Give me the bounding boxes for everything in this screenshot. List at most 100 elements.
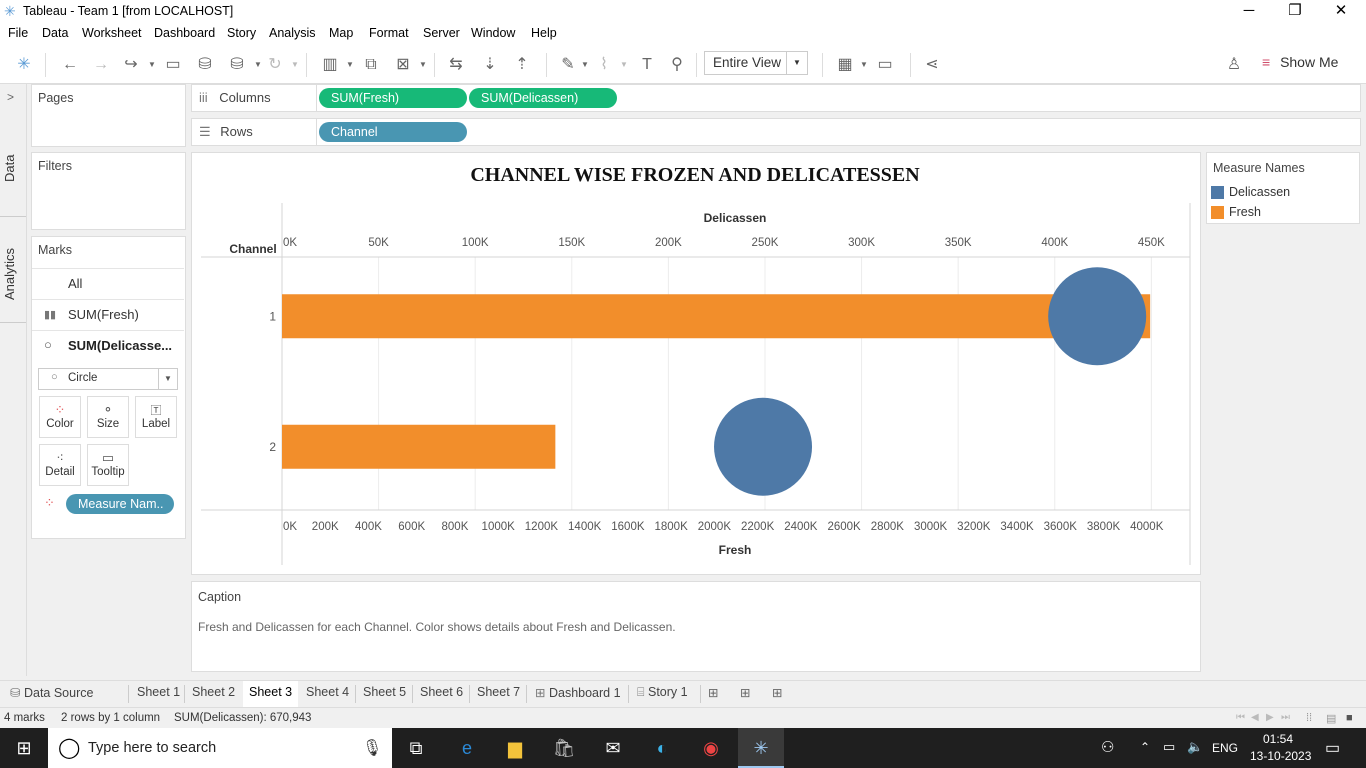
- windows-start-icon[interactable]: ⊞: [12, 736, 36, 760]
- label-button[interactable]: 🅃 Label: [135, 396, 177, 438]
- new-worksheet-icon[interactable]: ▥: [320, 55, 340, 75]
- redo-icon[interactable]: →: [91, 55, 111, 75]
- menu-file[interactable]: File: [8, 26, 28, 40]
- tab-sheet-4[interactable]: Sheet 4: [306, 685, 349, 699]
- duplicate-sheet-icon[interactable]: ⧉: [361, 55, 381, 75]
- menu-format[interactable]: Format: [369, 26, 409, 40]
- menu-server[interactable]: Server: [423, 26, 460, 40]
- show-mark-labels-icon[interactable]: T: [637, 55, 657, 75]
- show-cards-icon[interactable]: ▦: [835, 55, 855, 75]
- rows-shelf[interactable]: ☰ Rows Channel: [191, 118, 1361, 146]
- chart-svg[interactable]: CHANNEL WISE FROZEN AND DELICATESSEN Cha…: [192, 153, 1200, 574]
- taskbar-search[interactable]: ◯ Type here to search 🎙: [48, 728, 392, 768]
- people-icon[interactable]: ⚇: [1101, 738, 1114, 756]
- fix-axes-icon[interactable]: ⚲: [667, 55, 687, 75]
- filmstrip-view-icon[interactable]: ▤: [1326, 712, 1336, 725]
- rows-pill-channel[interactable]: Channel: [319, 122, 467, 142]
- clock-date[interactable]: 13-10-2023: [1250, 749, 1311, 763]
- viz-area[interactable]: CHANNEL WISE FROZEN AND DELICATESSEN Cha…: [191, 152, 1201, 575]
- minimize-button[interactable]: ─: [1226, 0, 1272, 23]
- tab-sheet-5[interactable]: Sheet 5: [363, 685, 406, 699]
- pages-card[interactable]: Pages: [31, 84, 186, 147]
- menu-map[interactable]: Map: [329, 26, 353, 40]
- edge-legacy-icon[interactable]: e: [455, 736, 479, 760]
- format-painter-icon[interactable]: ♙: [1224, 55, 1244, 75]
- columns-shelf[interactable]: iii Columns SUM(Fresh) SUM(Delicassen): [191, 84, 1361, 112]
- share-icon[interactable]: ⋖: [922, 55, 942, 75]
- tab-sheet-1[interactable]: Sheet 1: [137, 685, 180, 699]
- detail-button[interactable]: ⁖ Detail: [39, 444, 81, 486]
- menu-data[interactable]: Data: [42, 26, 68, 40]
- restore-button[interactable]: ❐: [1272, 0, 1318, 23]
- fit-view-select[interactable]: Entire View ▼: [704, 51, 808, 75]
- chrome-icon[interactable]: ◉: [699, 736, 723, 760]
- sort-descending-icon[interactable]: ⇡: [512, 55, 532, 75]
- legend-card[interactable]: Measure Names Delicassen Fresh: [1206, 152, 1360, 224]
- refresh-icon[interactable]: ↻: [265, 55, 285, 75]
- legend-item-fresh[interactable]: Fresh: [1229, 205, 1261, 219]
- last-sheet-icon[interactable]: ⏭: [1281, 712, 1290, 723]
- presentation-mode-icon[interactable]: ▭: [875, 55, 895, 75]
- group-members-icon[interactable]: ⌇: [594, 55, 614, 75]
- microphone-icon[interactable]: 🎙: [362, 738, 382, 758]
- tab-story-1[interactable]: ⌸ Story 1: [637, 685, 688, 700]
- sort-ascending-icon[interactable]: ⇣: [480, 55, 500, 75]
- show-me-button[interactable]: ≡ Show Me: [1262, 54, 1338, 70]
- file-explorer-icon[interactable]: ▆: [503, 736, 527, 760]
- filters-card[interactable]: Filters: [31, 152, 186, 230]
- tab-dashboard-1[interactable]: ⊞ Dashboard 1: [535, 685, 621, 700]
- volume-icon[interactable]: 🔈: [1187, 739, 1203, 755]
- new-story-tab-icon[interactable]: ⊞: [772, 685, 782, 700]
- replay-icon[interactable]: ↪: [121, 55, 141, 75]
- expand-panel-icon[interactable]: >: [7, 90, 14, 104]
- menu-window[interactable]: Window: [471, 26, 515, 40]
- undo-icon[interactable]: ←: [60, 55, 80, 75]
- pause-updates-icon[interactable]: ⛁: [227, 55, 247, 75]
- marks-tab-sum-delicassen[interactable]: ○ SUM(Delicasse...: [32, 330, 184, 361]
- tooltip-button[interactable]: ▭ Tooltip: [87, 444, 129, 486]
- tableau-home-icon[interactable]: ✳: [14, 55, 34, 75]
- tab-data-source[interactable]: ⛁ Data Source: [10, 685, 93, 700]
- tableau-taskbar-button[interactable]: ✳: [738, 728, 784, 768]
- battery-icon[interactable]: ▭: [1163, 739, 1175, 755]
- highlight-icon[interactable]: ✎: [558, 55, 578, 75]
- tab-sheet-6[interactable]: Sheet 6: [420, 685, 463, 699]
- tab-sheet-3[interactable]: Sheet 3: [243, 681, 299, 707]
- tab-analytics[interactable]: Analytics: [2, 248, 17, 300]
- measure-names-pill[interactable]: Measure Nam..: [66, 494, 174, 514]
- notifications-icon[interactable]: ▭: [1325, 738, 1340, 758]
- new-worksheet-tab-icon[interactable]: ⊞: [708, 685, 718, 700]
- first-sheet-icon[interactable]: ⏮: [1236, 712, 1245, 723]
- grid-view-icon[interactable]: ⁞⁞: [1306, 712, 1312, 724]
- menu-help[interactable]: Help: [531, 26, 557, 40]
- menu-dashboard[interactable]: Dashboard: [154, 26, 215, 40]
- prev-sheet-icon[interactable]: ◀: [1251, 712, 1259, 723]
- clock-time[interactable]: 01:54: [1263, 732, 1293, 746]
- save-icon[interactable]: ▭: [163, 55, 183, 75]
- mark-type-select[interactable]: ○ Circle ▼: [38, 368, 178, 390]
- menu-worksheet[interactable]: Worksheet: [82, 26, 142, 40]
- next-sheet-icon[interactable]: ▶: [1266, 712, 1274, 723]
- new-data-source-icon[interactable]: ⛁: [195, 55, 215, 75]
- legend-item-delicassen[interactable]: Delicassen: [1229, 185, 1290, 199]
- tab-data[interactable]: Data: [2, 155, 17, 182]
- tab-view-icon[interactable]: ■: [1346, 712, 1353, 724]
- marks-tab-all[interactable]: All: [32, 268, 184, 299]
- legend-swatch-delicassen[interactable]: [1211, 186, 1224, 199]
- menu-story[interactable]: Story: [227, 26, 256, 40]
- tray-chevron-up-icon[interactable]: ⌃: [1140, 740, 1150, 754]
- menu-analysis[interactable]: Analysis: [269, 26, 316, 40]
- color-button[interactable]: ⁘ Color: [39, 396, 81, 438]
- marks-tab-sum-fresh[interactable]: ▮▮ SUM(Fresh): [32, 299, 184, 330]
- task-view-icon[interactable]: ⧉: [404, 736, 428, 760]
- edge-icon[interactable]: ◐: [650, 736, 674, 760]
- close-button[interactable]: ✕: [1318, 0, 1364, 23]
- mail-icon[interactable]: ✉: [601, 736, 625, 760]
- new-dashboard-tab-icon[interactable]: ⊞: [740, 685, 750, 700]
- store-icon[interactable]: 🛍: [552, 736, 576, 760]
- tab-sheet-2[interactable]: Sheet 2: [192, 685, 235, 699]
- tab-sheet-7[interactable]: Sheet 7: [477, 685, 520, 699]
- legend-swatch-fresh[interactable]: [1211, 206, 1224, 219]
- swap-rows-columns-icon[interactable]: ⇆: [446, 55, 466, 75]
- size-button[interactable]: ⚬ Size: [87, 396, 129, 438]
